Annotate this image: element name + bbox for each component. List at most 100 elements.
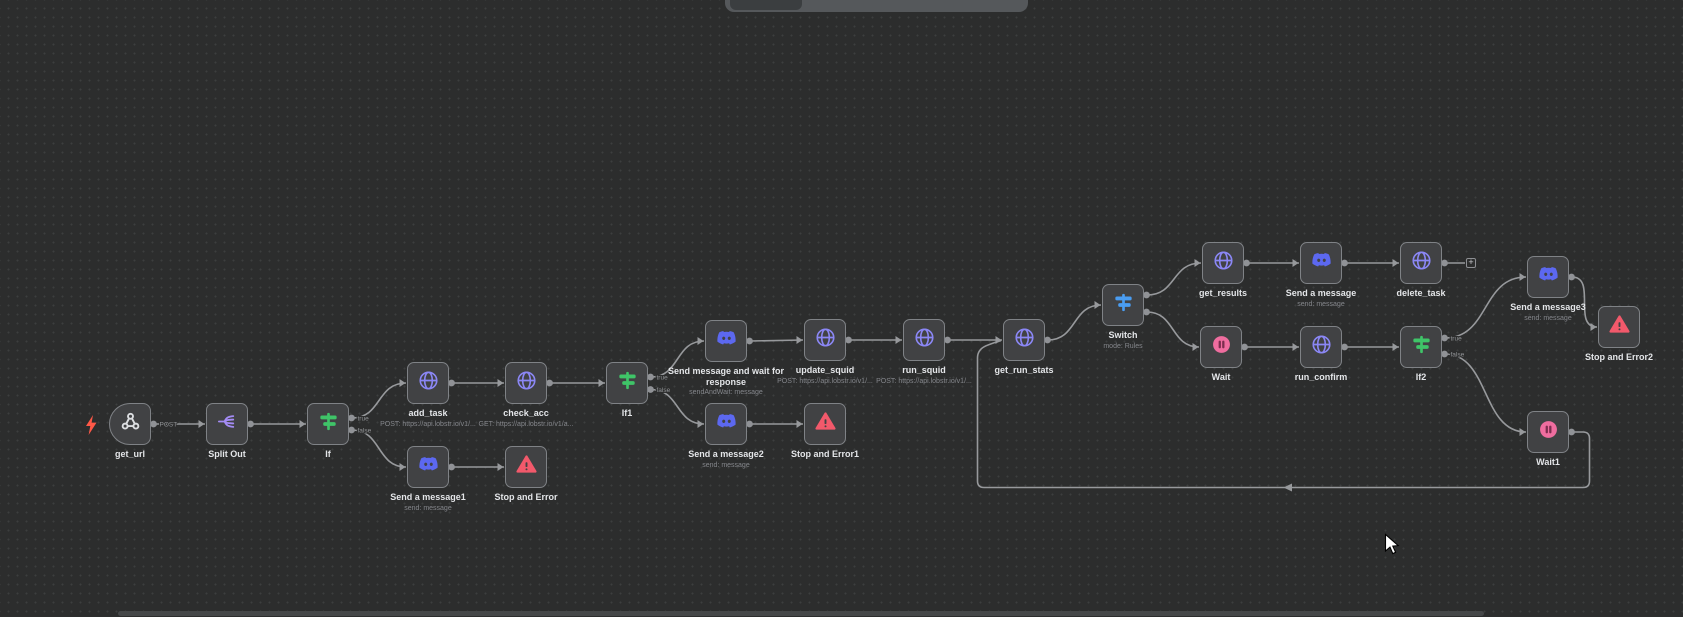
node-get_url[interactable] xyxy=(109,403,151,445)
output-port[interactable] xyxy=(1243,260,1250,267)
edge-split_out-to-if[interactable] xyxy=(251,420,306,428)
output-port[interactable] xyxy=(1143,292,1150,299)
input-port[interactable] xyxy=(1393,343,1399,351)
input-port[interactable] xyxy=(400,463,406,471)
output-port[interactable] xyxy=(1441,351,1448,358)
edge-if1-to-send_wait[interactable] xyxy=(651,337,704,377)
output-port[interactable] xyxy=(1143,309,1150,316)
edge-run_confirm-to-if2[interactable] xyxy=(1345,343,1399,351)
edge-update_squid-to-run_squid[interactable] xyxy=(849,336,902,344)
workflow-canvas[interactable]: POSTtruefalsetruefalsetruefalse get_url … xyxy=(0,0,1683,617)
input-port[interactable] xyxy=(1293,343,1299,351)
output-port[interactable] xyxy=(647,374,654,381)
input-port[interactable] xyxy=(1393,259,1399,267)
edge-if-to-send_message1[interactable] xyxy=(352,430,406,471)
output-port[interactable] xyxy=(247,421,254,428)
node-if1[interactable] xyxy=(606,362,648,404)
input-port[interactable] xyxy=(300,420,306,428)
output-port[interactable] xyxy=(1241,344,1248,351)
error-icon xyxy=(1608,313,1631,341)
node-wait1[interactable] xyxy=(1527,411,1569,453)
edge-if1-to-send_message2[interactable] xyxy=(651,390,704,429)
edge-if2-to-wait1[interactable] xyxy=(1445,354,1526,436)
node-check_acc[interactable] xyxy=(505,362,547,404)
output-port[interactable] xyxy=(746,338,753,345)
input-port[interactable] xyxy=(498,379,504,387)
output-port[interactable] xyxy=(348,415,355,422)
node-get_run_stats[interactable] xyxy=(1003,319,1045,361)
output-port[interactable] xyxy=(845,337,852,344)
node-delete_task[interactable] xyxy=(1400,242,1442,284)
input-port[interactable] xyxy=(698,420,704,428)
output-port[interactable] xyxy=(1341,260,1348,267)
input-port[interactable] xyxy=(1095,301,1101,309)
input-port[interactable] xyxy=(896,336,902,344)
input-port[interactable] xyxy=(599,379,605,387)
input-port[interactable] xyxy=(498,463,504,471)
input-port[interactable] xyxy=(400,379,406,387)
switch-icon xyxy=(1112,291,1135,319)
node-update_squid[interactable] xyxy=(804,319,846,361)
input-port[interactable] xyxy=(1293,259,1299,267)
input-port[interactable] xyxy=(1193,343,1199,351)
node-wait[interactable] xyxy=(1200,326,1242,368)
input-port[interactable] xyxy=(1520,428,1526,436)
node-if[interactable] xyxy=(307,403,349,445)
output-port[interactable] xyxy=(647,386,654,393)
output-port[interactable] xyxy=(448,464,455,471)
discord-icon xyxy=(715,410,738,438)
output-port[interactable] xyxy=(944,337,951,344)
node-add_task[interactable] xyxy=(407,362,449,404)
input-port[interactable] xyxy=(1591,323,1597,331)
input-port[interactable] xyxy=(199,420,205,428)
node-stop_error1[interactable] xyxy=(804,403,846,445)
edge-switch-to-wait[interactable] xyxy=(1147,312,1199,351)
output-port[interactable] xyxy=(448,380,455,387)
output-port[interactable] xyxy=(150,421,157,428)
input-port[interactable] xyxy=(1195,259,1201,267)
edge-if-to-add_task[interactable] xyxy=(352,379,406,418)
node-send_wait[interactable] xyxy=(705,320,747,362)
add-node-button[interactable]: + xyxy=(1466,258,1476,268)
loop-arrow xyxy=(1284,484,1293,492)
input-port[interactable] xyxy=(698,337,704,345)
node-send_message1[interactable] xyxy=(407,446,449,488)
input-port[interactable] xyxy=(797,336,803,344)
edge-send_message1-to-stop_error[interactable] xyxy=(452,463,504,471)
input-port[interactable] xyxy=(797,420,803,428)
edge-check_acc-to-if1[interactable] xyxy=(550,379,605,387)
input-port[interactable] xyxy=(1520,273,1526,281)
output-port[interactable] xyxy=(746,421,753,428)
edge-get_results-to-send_message[interactable] xyxy=(1247,259,1299,267)
edge-get_run_stats-to-switch[interactable] xyxy=(1048,301,1101,340)
output-port[interactable] xyxy=(1044,337,1051,344)
node-send_message[interactable] xyxy=(1300,242,1342,284)
output-port[interactable] xyxy=(348,427,355,434)
output-port[interactable] xyxy=(1341,344,1348,351)
edge-switch-to-get_results[interactable] xyxy=(1147,259,1201,295)
node-run_squid[interactable] xyxy=(903,319,945,361)
node-stop_error2[interactable] xyxy=(1598,306,1640,348)
output-port[interactable] xyxy=(546,380,553,387)
node-run_confirm[interactable] xyxy=(1300,326,1342,368)
horizontal-scrollbar[interactable] xyxy=(118,611,1484,616)
edge-send_message2-to-stop_error1[interactable] xyxy=(750,420,803,428)
output-port[interactable] xyxy=(1441,260,1448,267)
output-port[interactable] xyxy=(1568,429,1575,436)
node-send_message2[interactable] xyxy=(705,403,747,445)
edge-add_task-to-check_acc[interactable] xyxy=(452,379,504,387)
edge-send_message3-to-stop_error2[interactable] xyxy=(1572,277,1597,331)
node-if2[interactable] xyxy=(1400,326,1442,368)
node-split_out[interactable] xyxy=(206,403,248,445)
edge-wait-to-run_confirm[interactable] xyxy=(1245,343,1299,351)
output-port[interactable] xyxy=(1568,274,1575,281)
node-send_message3[interactable] xyxy=(1527,256,1569,298)
top-panel-tab[interactable] xyxy=(730,0,802,10)
output-port[interactable] xyxy=(1441,335,1448,342)
node-get_results[interactable] xyxy=(1202,242,1244,284)
edge-send_message-to-delete_task[interactable] xyxy=(1345,259,1399,267)
edge-if2-to-send_message3[interactable] xyxy=(1445,273,1526,338)
edge-send_wait-to-update_squid[interactable] xyxy=(750,336,803,344)
node-stop_error[interactable] xyxy=(505,446,547,488)
node-switch[interactable] xyxy=(1102,284,1144,326)
